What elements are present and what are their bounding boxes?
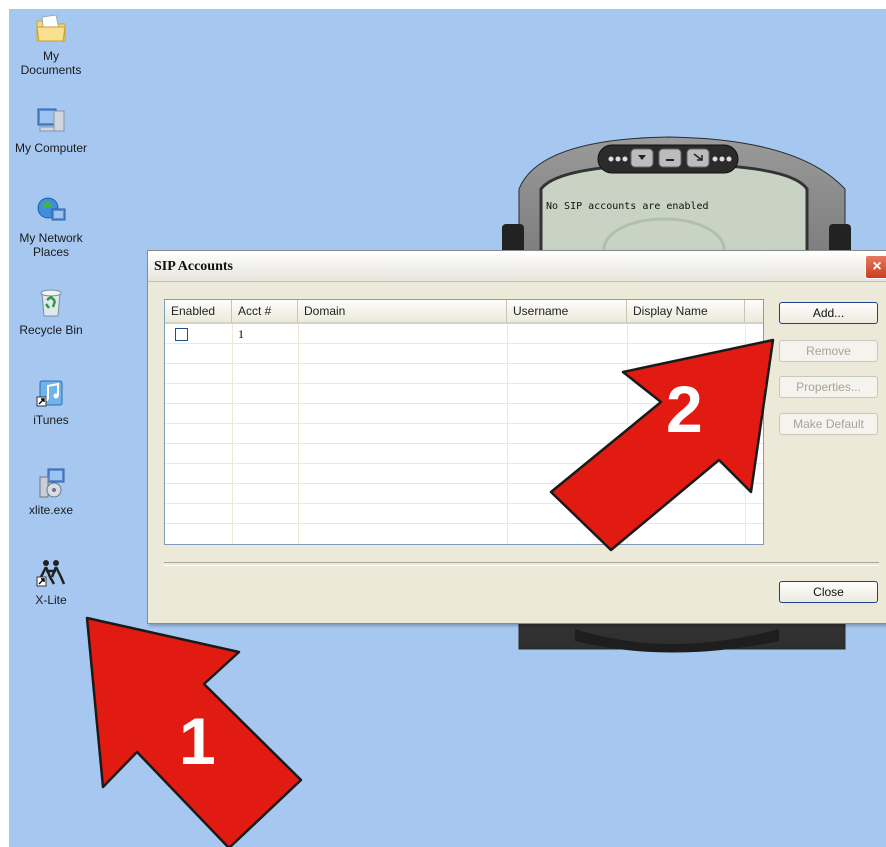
desktop-icon-label: iTunes [33,413,69,427]
desktop-icon-my-network-places[interactable]: My Network Places [11,195,91,259]
desktop-icon-itunes[interactable]: iTunes [11,377,91,427]
desktop-icon-label: xlite.exe [28,503,74,517]
close-icon[interactable]: × [865,255,886,279]
desktop-icon-my-computer[interactable]: My Computer [11,105,91,155]
phone-display-text: No SIP accounts are enabled [546,201,709,212]
column-header-enabled[interactable]: Enabled [165,300,232,322]
dialog-titlebar[interactable]: SIP Accounts × [148,251,886,282]
x-lite-icon [36,560,66,587]
column-header-acct[interactable]: Acct # [232,300,298,322]
acct-number: 1 [238,327,244,341]
desktop-icon-label: My Computer [14,141,88,155]
column-header-domain[interactable]: Domain [298,300,507,322]
annotation-arrow-1: 1 [85,616,303,847]
dialog-separator [164,562,879,566]
computer-icon [37,108,65,132]
desktop-icon-x-lite[interactable]: X-Lite [11,557,91,607]
desktop-icon-label: X-Lite [35,593,67,607]
recycle-bin-icon [40,289,62,317]
desktop-icon-label: Recycle Bin [19,323,83,337]
close-button[interactable]: Close [779,581,878,603]
arrow-1-number: 1 [179,704,216,778]
desktop-icon-my-documents[interactable]: My Documents [11,13,91,77]
enabled-checkbox[interactable] [175,328,188,341]
folder-icon [36,14,66,42]
grid-line [232,324,233,544]
grid-line [507,324,508,544]
itunes-icon [36,380,63,407]
desktop-icon-label: My Documents [20,49,82,77]
make-default-button[interactable]: Make Default [779,413,878,435]
desktop-icon-xlite-exe[interactable]: xlite.exe [11,467,91,517]
desktop: My Documents My Computer My Network Plac… [9,9,886,847]
grid-line [298,324,299,544]
dialog-title: SIP Accounts [154,259,233,274]
installer-icon [39,468,65,498]
add-button[interactable]: Add... [779,302,878,324]
accounts-list-header: Enabled Acct # Domain Username Display N… [165,300,763,324]
column-header-username[interactable]: Username [507,300,627,322]
remove-button[interactable]: Remove [779,340,878,362]
desktop-icon-recycle-bin[interactable]: Recycle Bin [11,287,91,337]
column-header-display-name[interactable]: Display Name [627,300,745,322]
properties-button[interactable]: Properties... [779,376,878,398]
arrow-2-number: 2 [666,372,703,446]
network-icon [37,197,66,221]
annotation-arrow-2: 2 [549,338,775,552]
desktop-icon-label: My Network Places [19,231,83,259]
